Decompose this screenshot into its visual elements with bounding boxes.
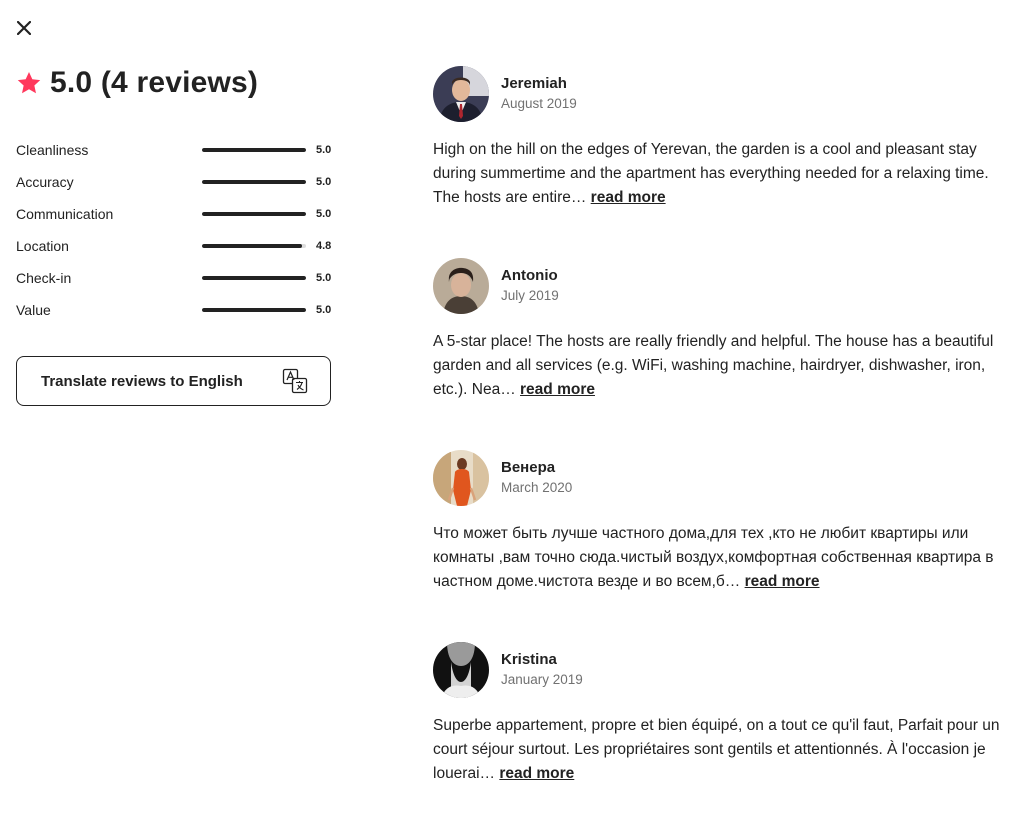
- reviews-title: 5.0 (4 reviews): [50, 66, 259, 99]
- review-text: Что может быть лучше частного дома,для т…: [433, 522, 1001, 594]
- translate-reviews-button[interactable]: Translate reviews to English: [16, 356, 331, 406]
- rating-label: Value: [16, 302, 51, 318]
- reviewer-avatar[interactable]: [433, 642, 489, 698]
- rating-bar: [202, 212, 306, 216]
- review-body: High on the hill on the edges of Yerevan…: [433, 141, 989, 206]
- review-body: A 5-star place! The hosts are really fri…: [433, 333, 994, 398]
- rating-bar: [202, 276, 306, 280]
- reviewer-avatar[interactable]: [433, 450, 489, 506]
- review-date: March 2020: [501, 480, 573, 495]
- rating-row-communication: Communication 5.0: [16, 198, 336, 230]
- rating-row-accuracy: Accuracy 5.0: [16, 166, 336, 198]
- review-text: High on the hill on the edges of Yerevan…: [433, 138, 1001, 210]
- read-more-link[interactable]: read more: [591, 189, 666, 206]
- rating-value: 5.0: [316, 304, 332, 316]
- rating-label: Cleanliness: [16, 142, 89, 158]
- translate-button-label: Translate reviews to English: [41, 372, 243, 390]
- category-ratings: Cleanliness 5.0 Accuracy 5.0 Communicati…: [16, 134, 336, 326]
- rating-label: Accuracy: [16, 174, 74, 190]
- review-text: A 5-star place! The hosts are really fri…: [433, 330, 1001, 402]
- review-text: Superbe appartement, propre et bien équi…: [433, 714, 1001, 786]
- rating-value: 5.0: [316, 176, 332, 188]
- star-icon: [17, 72, 41, 94]
- rating-value: 4.8: [316, 240, 332, 252]
- rating-label: Check-in: [16, 270, 72, 286]
- review-body: Что может быть лучше частного дома,для т…: [433, 525, 994, 590]
- translate-icon: [282, 368, 308, 394]
- close-icon: [17, 21, 31, 35]
- rating-label: Communication: [16, 206, 114, 222]
- review-date: January 2019: [501, 672, 583, 687]
- review-date: August 2019: [501, 96, 577, 111]
- reviewer-name: Венера: [501, 459, 556, 476]
- reviewer-avatar[interactable]: [433, 66, 489, 122]
- review-item: Венера March 2020 Что может быть лучше ч…: [433, 450, 1003, 642]
- review-item: Antonio July 2019 A 5-star place! The ho…: [433, 258, 1003, 450]
- close-button[interactable]: [14, 18, 34, 38]
- rating-value: 5.0: [316, 208, 332, 220]
- review-item: Kristina January 2019 Superbe appartemen…: [433, 642, 1003, 834]
- rating-bar: [202, 308, 306, 312]
- reviewer-name: Kristina: [501, 651, 557, 668]
- rating-bar: [202, 148, 306, 152]
- rating-label: Location: [16, 238, 69, 254]
- reviewer-name: Antonio: [501, 267, 558, 284]
- rating-bar: [202, 180, 306, 184]
- read-more-link[interactable]: read more: [520, 381, 595, 398]
- rating-bar: [202, 244, 306, 248]
- read-more-link[interactable]: read more: [745, 573, 820, 590]
- rating-row-value: Value 5.0: [16, 294, 336, 326]
- rating-value: 5.0: [316, 272, 332, 284]
- review-date: July 2019: [501, 288, 559, 303]
- reviewer-name: Jeremiah: [501, 75, 567, 92]
- rating-value: 5.0: [316, 144, 332, 156]
- reviews-header: 5.0 (4 reviews): [16, 66, 258, 100]
- rating-row-check-in: Check-in 5.0: [16, 262, 336, 294]
- read-more-link[interactable]: read more: [499, 765, 574, 782]
- reviews-list: Jeremiah August 2019 High on the hill on…: [433, 66, 1003, 834]
- review-item: Jeremiah August 2019 High on the hill on…: [433, 66, 1003, 258]
- rating-row-cleanliness: Cleanliness 5.0: [16, 134, 336, 166]
- reviewer-avatar[interactable]: [433, 258, 489, 314]
- rating-row-location: Location 4.8: [16, 230, 336, 262]
